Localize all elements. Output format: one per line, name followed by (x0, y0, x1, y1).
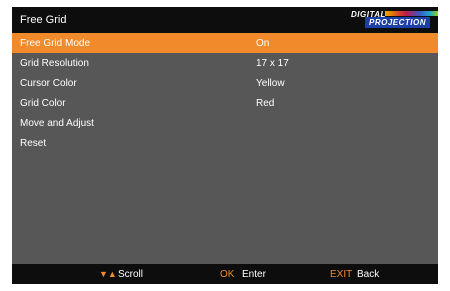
arrow-down-icon: ▼ (99, 269, 108, 279)
menu-item-label: Grid Resolution (20, 58, 89, 69)
brand-logo: DIGITAL PROJECTION (351, 9, 438, 30)
logo-color-bar (385, 11, 438, 16)
ok-key-label: OK (220, 269, 235, 280)
menu-item-reset[interactable]: Reset (12, 133, 438, 153)
key-hint-bar: ▼▲ Scroll OK Enter EXIT Back (12, 264, 438, 284)
menu-item-value: On (256, 38, 270, 49)
arrow-up-icon: ▲ (107, 269, 117, 279)
logo-text-projection: PROJECTION (365, 17, 431, 28)
menu-item-label: Reset (20, 138, 47, 149)
scroll-hint: Scroll (118, 269, 144, 280)
menu-item-cursor-color[interactable]: Cursor Color Yellow (12, 73, 438, 93)
menu-header: Free Grid DIGITAL PROJECTION (12, 7, 438, 33)
exit-key-label: EXIT (330, 269, 353, 280)
menu-item-label: Grid Color (20, 98, 66, 109)
menu-item-label: Free Grid Mode (20, 38, 91, 49)
back-hint: Back (357, 269, 380, 280)
scroll-arrows: ▼▲ (99, 269, 117, 279)
menu-item-value: Yellow (256, 78, 285, 89)
menu-list: Free Grid Mode On Grid Resolution 17 x 1… (12, 33, 438, 153)
menu-item-value: Red (256, 98, 275, 109)
enter-hint: Enter (242, 269, 266, 280)
menu-title: Free Grid (20, 14, 67, 26)
menu-item-free-grid-mode[interactable]: Free Grid Mode On (12, 33, 438, 53)
menu-item-label: Cursor Color (20, 78, 77, 89)
menu-item-move-and-adjust[interactable]: Move and Adjust (12, 113, 438, 133)
osd-window: Free Grid DIGITAL PROJECTION Free Grid M… (12, 7, 438, 284)
menu-item-grid-resolution[interactable]: Grid Resolution 17 x 17 (12, 53, 438, 73)
menu-item-label: Move and Adjust (20, 118, 94, 129)
menu-item-grid-color[interactable]: Grid Color Red (12, 93, 438, 113)
menu-item-value: 17 x 17 (256, 58, 289, 69)
